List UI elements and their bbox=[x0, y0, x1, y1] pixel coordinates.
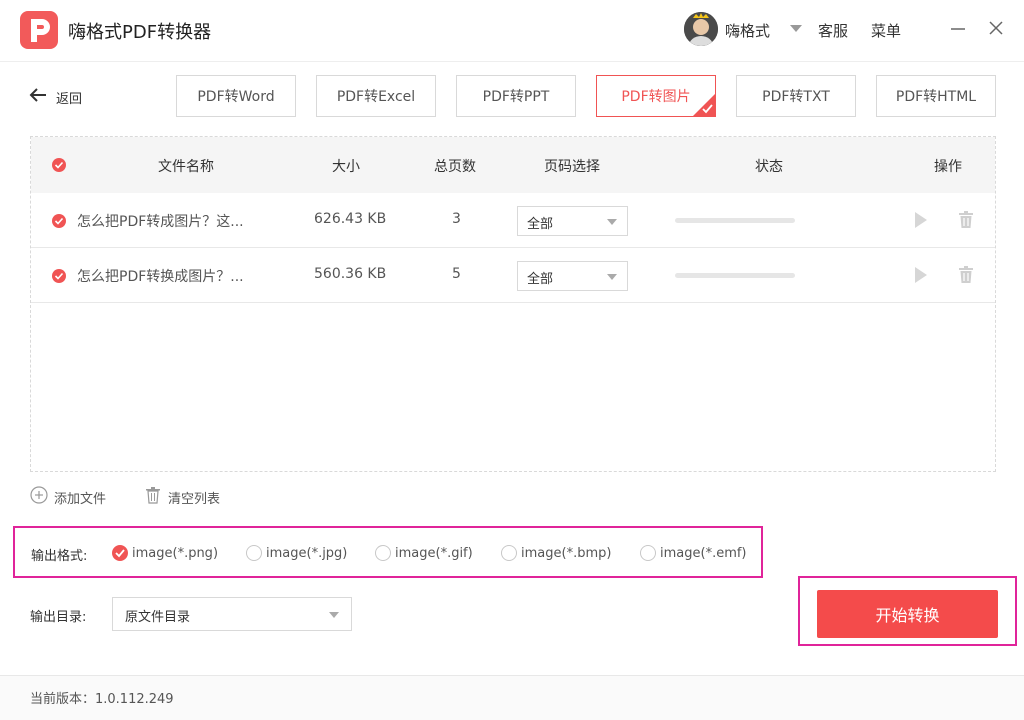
chevron-down-icon bbox=[607, 274, 617, 280]
tab-label: PDF转TXT bbox=[762, 89, 830, 105]
select-all-checkbox[interactable] bbox=[52, 158, 66, 172]
tab-label: PDF转Word bbox=[197, 89, 275, 105]
play-icon[interactable] bbox=[910, 210, 930, 230]
header-size: 大小 bbox=[332, 159, 360, 175]
format-radio-bmp[interactable]: image(*.bmp) bbox=[501, 544, 611, 562]
username[interactable]: 嗨格式 bbox=[725, 20, 770, 41]
progress-bar bbox=[675, 273, 795, 278]
radio-unchecked-icon bbox=[375, 545, 391, 561]
table-row: 怎么把PDF转换成图片？... 560.36 KB 5 全部 bbox=[31, 248, 995, 303]
app-logo-icon bbox=[20, 11, 58, 49]
chevron-down-icon[interactable] bbox=[790, 25, 802, 32]
format-radio-gif[interactable]: image(*.gif) bbox=[375, 544, 473, 562]
tab-label: PDF转PPT bbox=[482, 89, 550, 105]
user-avatar[interactable] bbox=[684, 12, 718, 46]
tab-label: PDF转Excel bbox=[336, 89, 416, 105]
play-icon[interactable] bbox=[910, 265, 930, 285]
progress-bar bbox=[675, 218, 795, 223]
tab-pdf-to-word[interactable]: PDF转Word bbox=[176, 75, 296, 117]
tab-pdf-to-excel[interactable]: PDF转Excel bbox=[316, 75, 436, 117]
file-size: 560.36 KB bbox=[314, 266, 387, 282]
output-format-label: 输出格式: bbox=[31, 549, 88, 564]
plus-circle-icon bbox=[30, 486, 48, 508]
output-dir-value: 原文件目录 bbox=[125, 610, 191, 625]
header-status: 状态 bbox=[755, 159, 783, 175]
format-label: image(*.bmp) bbox=[521, 545, 612, 561]
table-header: 文件名称 大小 总页数 页码选择 状态 操作 bbox=[31, 137, 995, 193]
page-select-dropdown[interactable]: 全部 bbox=[517, 261, 628, 291]
output-format-group: 输出格式: image(*.png) image(*.jpg) image(*.… bbox=[13, 526, 763, 578]
page-select-dropdown[interactable]: 全部 bbox=[517, 206, 628, 236]
page-select-value: 全部 bbox=[527, 272, 554, 287]
close-icon[interactable] bbox=[984, 16, 1008, 40]
file-pages: 3 bbox=[452, 211, 461, 227]
add-file-label: 添加文件 bbox=[54, 491, 107, 507]
version-text: 当前版本：1.0.112.249 bbox=[30, 692, 174, 707]
tab-pdf-to-html[interactable]: PDF转HTML bbox=[876, 75, 996, 117]
back-button[interactable]: 返回 bbox=[28, 86, 82, 108]
check-corner-icon bbox=[693, 94, 715, 116]
tab-label: PDF转图片 bbox=[621, 89, 691, 105]
format-label: image(*.emf) bbox=[660, 545, 747, 561]
status-bar: 当前版本：1.0.112.249 bbox=[0, 675, 1024, 720]
radio-checked-icon bbox=[112, 545, 128, 561]
file-name: 怎么把PDF转成图片？这... bbox=[77, 214, 244, 230]
file-size: 626.43 KB bbox=[314, 211, 387, 227]
tab-pdf-to-txt[interactable]: PDF转TXT bbox=[736, 75, 856, 117]
format-label: image(*.png) bbox=[132, 545, 219, 561]
header-name: 文件名称 bbox=[158, 159, 214, 175]
table-row: 怎么把PDF转成图片？这... 626.43 KB 3 全部 bbox=[31, 193, 995, 248]
radio-unchecked-icon bbox=[501, 545, 517, 561]
trash-icon bbox=[144, 486, 162, 508]
trash-icon[interactable] bbox=[956, 265, 976, 285]
back-label: 返回 bbox=[56, 91, 83, 107]
arrow-left-icon bbox=[28, 85, 48, 109]
file-name: 怎么把PDF转换成图片？... bbox=[77, 269, 244, 285]
header-actions: 操作 bbox=[934, 159, 962, 175]
app-title: 嗨格式PDF转换器 bbox=[68, 22, 212, 43]
header-page-select: 页码选择 bbox=[544, 159, 600, 175]
trash-icon[interactable] bbox=[956, 210, 976, 230]
radio-unchecked-icon bbox=[640, 545, 656, 561]
clear-list-label: 清空列表 bbox=[168, 491, 221, 507]
format-radio-jpg[interactable]: image(*.jpg) bbox=[246, 544, 347, 562]
menu-link[interactable]: 菜单 bbox=[871, 20, 901, 41]
tab-pdf-to-image[interactable]: PDF转图片 bbox=[596, 75, 716, 117]
tab-label: PDF转HTML bbox=[895, 89, 977, 105]
radio-unchecked-icon bbox=[246, 545, 262, 561]
add-file-button[interactable]: 添加文件 bbox=[30, 486, 107, 508]
minimize-icon[interactable] bbox=[946, 16, 970, 40]
row-checkbox[interactable] bbox=[52, 214, 66, 228]
output-dir-dropdown[interactable]: 原文件目录 bbox=[112, 597, 352, 631]
format-label: image(*.gif) bbox=[395, 545, 473, 561]
clear-list-button[interactable]: 清空列表 bbox=[144, 487, 220, 507]
customer-service-link[interactable]: 客服 bbox=[818, 20, 848, 41]
title-bar: 嗨格式PDF转换器 嗨格式 客服 菜单 bbox=[0, 0, 1024, 62]
output-dir-label: 输出目录: bbox=[30, 610, 87, 625]
chevron-down-icon bbox=[607, 219, 617, 225]
file-table: 文件名称 大小 总页数 页码选择 状态 操作 怎么把PDF转成图片？这... 6… bbox=[30, 136, 996, 472]
convert-highlight: 开始转换 bbox=[798, 576, 1017, 646]
file-pages: 5 bbox=[452, 266, 461, 282]
start-convert-button[interactable]: 开始转换 bbox=[817, 590, 998, 638]
tab-pdf-to-ppt[interactable]: PDF转PPT bbox=[456, 75, 576, 117]
format-radio-emf[interactable]: image(*.emf) bbox=[640, 544, 747, 562]
header-pages: 总页数 bbox=[434, 159, 476, 175]
format-radio-png[interactable]: image(*.png) bbox=[112, 544, 218, 562]
format-label: image(*.jpg) bbox=[266, 545, 348, 561]
chevron-down-icon bbox=[329, 612, 339, 618]
row-checkbox[interactable] bbox=[52, 269, 66, 283]
page-select-value: 全部 bbox=[527, 217, 554, 232]
